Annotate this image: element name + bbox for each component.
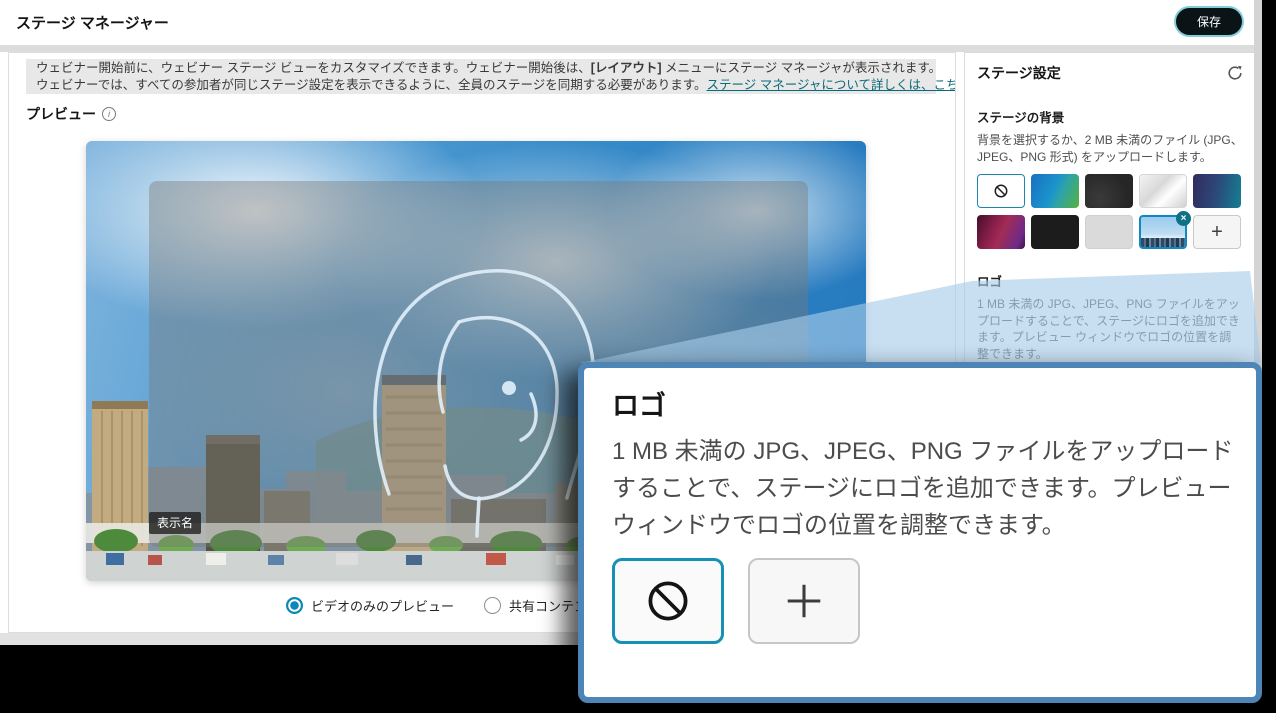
prohibited-icon bbox=[644, 577, 692, 625]
refresh-icon[interactable] bbox=[1227, 65, 1243, 81]
preview-heading: プレビュー bbox=[26, 104, 96, 124]
bg-thumb-silver-swirl[interactable] bbox=[1139, 174, 1187, 208]
bg-thumb-light-gray[interactable] bbox=[1085, 215, 1133, 249]
radio-video-only[interactable]: ビデオのみのプレビュー bbox=[286, 596, 454, 615]
background-description: 背景を選択するか、2 MB 未満のファイル (JPG、JPEG、PNG 形式) … bbox=[977, 132, 1243, 165]
remove-background-icon[interactable]: × bbox=[1176, 211, 1191, 226]
radio-selected-icon[interactable] bbox=[286, 597, 303, 614]
header-divider bbox=[0, 45, 1262, 52]
learn-more-link[interactable]: ステージ マネージャについて詳しくは、こちらをご覧ください。 bbox=[707, 78, 956, 92]
callout-logo-options bbox=[612, 558, 1228, 644]
callout-heading: ロゴ bbox=[612, 384, 1228, 423]
bg-thumb-purple-teal[interactable] bbox=[1193, 174, 1241, 208]
banner-line-2: ウェビナーでは、すべての参加者が同じステージ設定を表示できるように、全員のステー… bbox=[36, 77, 926, 94]
display-name-badge: 表示名 bbox=[149, 512, 201, 534]
bg-thumb-add[interactable]: + bbox=[1193, 215, 1241, 249]
save-button[interactable]: 保存 bbox=[1176, 8, 1242, 35]
info-icon[interactable]: i bbox=[102, 107, 116, 121]
logo-heading: ロゴ bbox=[977, 271, 1243, 290]
logo-zoom-callout: ロゴ 1 MB 未満の JPG、JPEG、PNG ファイルをアップロードすること… bbox=[578, 362, 1262, 703]
bg-thumb-magenta[interactable] bbox=[977, 215, 1025, 249]
bg-thumb-black[interactable] bbox=[1031, 215, 1079, 249]
background-thumbnails: × + bbox=[977, 174, 1243, 249]
callout-add-button[interactable] bbox=[748, 558, 860, 644]
background-heading: ステージの背景 bbox=[977, 107, 1243, 126]
bg-thumb-none[interactable] bbox=[977, 174, 1025, 208]
logo-description: 1 MB 未満の JPG、JPEG、PNG ファイルをアップロードすることで、ス… bbox=[977, 296, 1243, 362]
page-header: ステージ マネージャー 保存 bbox=[0, 0, 1262, 45]
mini-skyline-art bbox=[1141, 238, 1185, 247]
page-title: ステージ マネージャー bbox=[16, 12, 169, 33]
bg-thumb-city-selected[interactable]: × bbox=[1139, 215, 1187, 249]
callout-body: 1 MB 未満の JPG、JPEG、PNG ファイルをアップロードすることで、ス… bbox=[612, 433, 1244, 544]
banner-line-1: ウェビナー開始前に、ウェビナー ステージ ビューをカスタマイズできます。ウェビナ… bbox=[36, 60, 926, 77]
callout-none-button[interactable] bbox=[612, 558, 724, 644]
plus-icon bbox=[781, 578, 827, 624]
bg-thumb-blue-green[interactable] bbox=[1031, 174, 1079, 208]
radio-unselected-icon[interactable] bbox=[484, 597, 501, 614]
settings-title: ステージ設定 bbox=[977, 63, 1061, 83]
bg-thumb-dark-wave[interactable] bbox=[1085, 174, 1133, 208]
info-banner: ウェビナー開始前に、ウェビナー ステージ ビューをカスタマイズできます。ウェビナ… bbox=[26, 59, 936, 94]
face-placeholder-icon bbox=[351, 236, 601, 546]
